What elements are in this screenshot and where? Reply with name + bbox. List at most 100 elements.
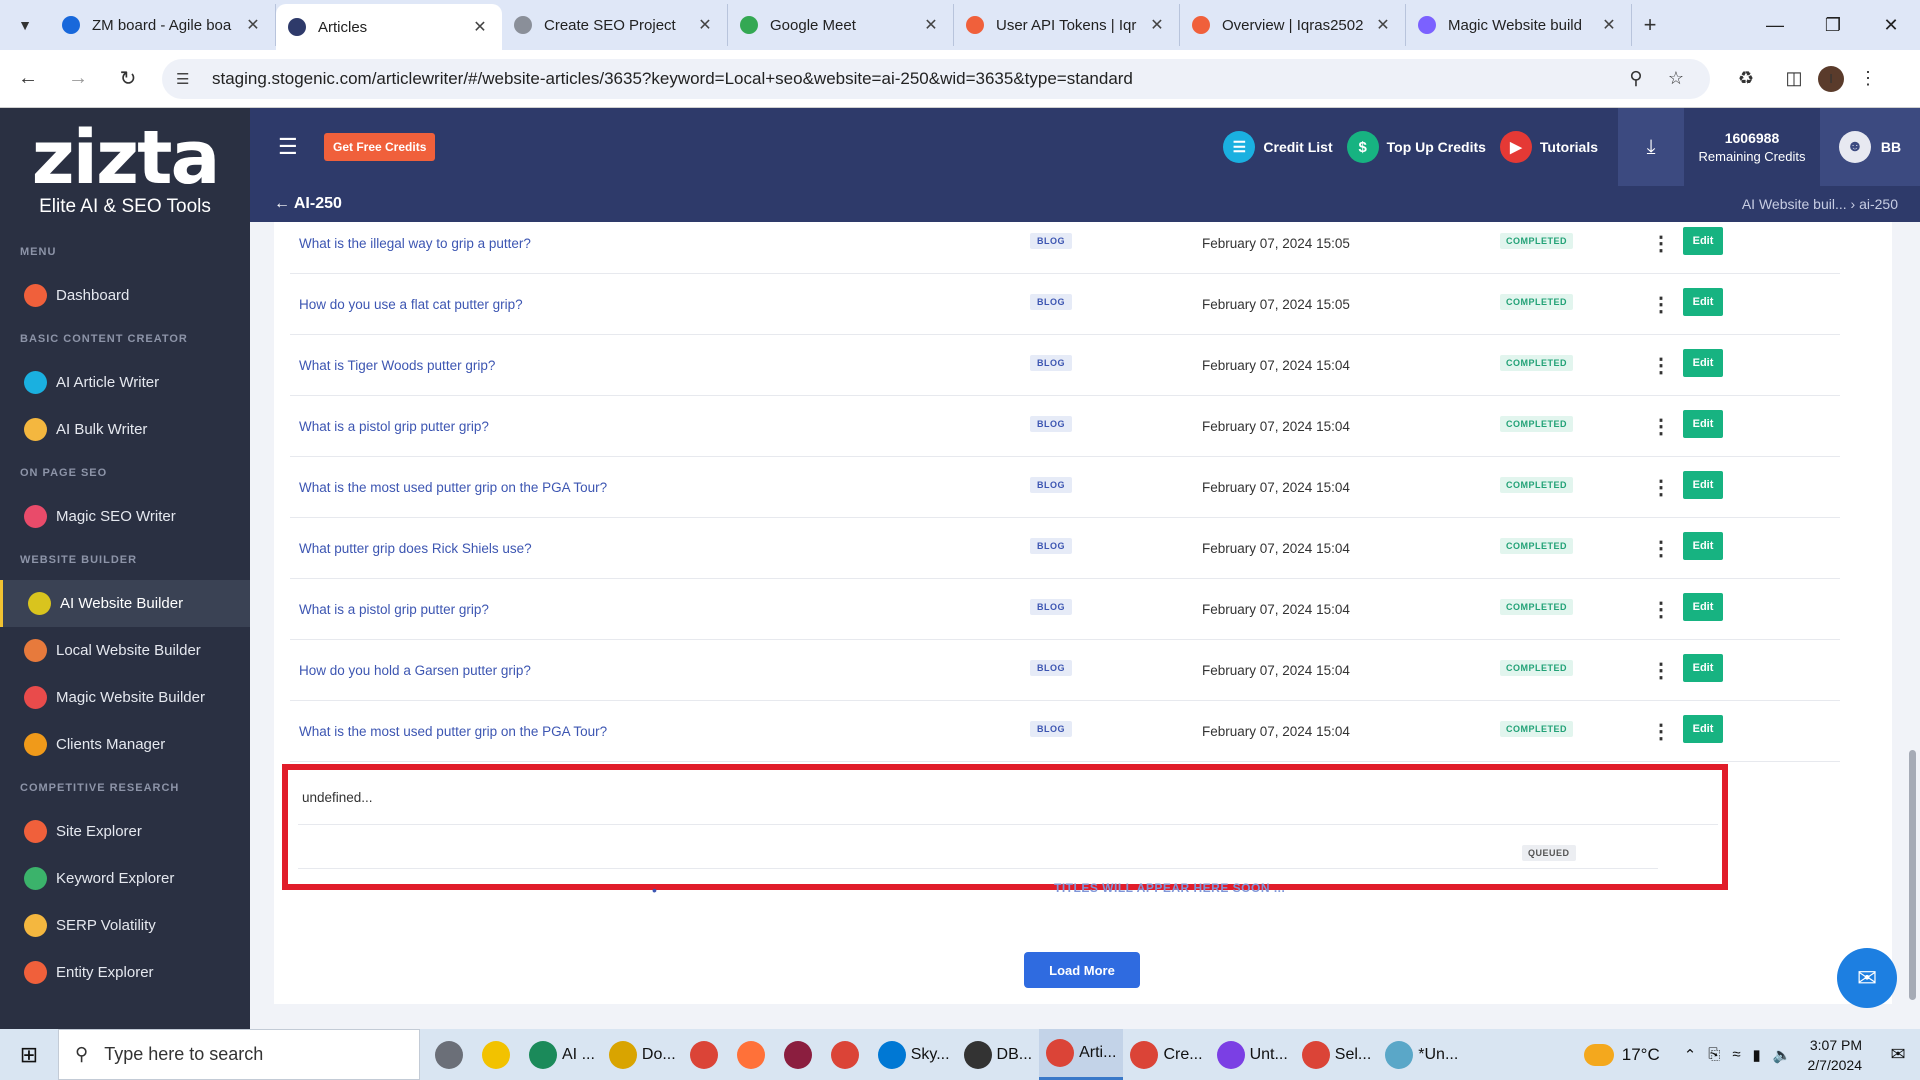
volume-icon[interactable]: 🔈 [1773, 1046, 1792, 1064]
sidebar-item[interactable]: Site Explorer [0, 808, 250, 855]
url-text[interactable]: staging.stogenic.com/articlewriter/#/web… [212, 69, 1616, 89]
get-free-credits-button[interactable]: Get Free Credits [324, 133, 436, 161]
url-omnibox[interactable]: ☰ staging.stogenic.com/articlewriter/#/w… [162, 58, 1710, 99]
tab-search-chevron-icon[interactable]: ▼ [0, 0, 50, 50]
edit-button[interactable]: Edit [1683, 410, 1723, 438]
browser-tab[interactable]: Google Meet ✕ [728, 4, 954, 46]
zoom-icon[interactable]: ⚲ [1616, 68, 1656, 89]
restore-icon[interactable]: ❐ [1804, 0, 1862, 50]
article-title-link[interactable]: What is the most used putter grip on the… [299, 701, 607, 762]
edit-button[interactable]: Edit [1683, 532, 1723, 560]
article-title-link[interactable]: How do you use a flat cat putter grip? [299, 274, 523, 335]
article-title-link[interactable]: What putter grip does Rick Shiels use? [299, 518, 532, 579]
article-title-link[interactable]: What is a pistol grip putter grip? [299, 396, 489, 457]
windows-start-icon[interactable]: ⊞ [0, 1029, 58, 1080]
sidebar-item[interactable]: AI Article Writer [0, 359, 250, 406]
tutorials-link[interactable]: ▶ Tutorials [1499, 131, 1598, 163]
close-tab-icon[interactable]: ✕ [1147, 15, 1167, 35]
hamburger-menu-icon[interactable]: ☰ [278, 134, 308, 160]
more-options-icon[interactable]: ⋮ [1651, 335, 1671, 396]
taskbar-app[interactable]: Do... [602, 1029, 683, 1080]
load-more-button[interactable]: Load More [1024, 952, 1140, 988]
sidebar-item[interactable]: Dashboard [0, 272, 250, 319]
taskbar-app[interactable]: Arti... [1039, 1029, 1124, 1080]
close-tab-icon[interactable]: ✕ [470, 17, 490, 37]
close-tab-icon[interactable]: ✕ [695, 15, 715, 35]
article-title-link[interactable]: What is Tiger Woods putter grip? [299, 335, 495, 396]
taskbar-search[interactable]: ⚲ Type here to search [58, 1029, 420, 1080]
taskbar-app[interactable]: Sky... [871, 1029, 957, 1080]
browser-menu-icon[interactable]: ⋮ [1844, 59, 1892, 99]
more-options-icon[interactable]: ⋮ [1651, 701, 1671, 762]
site-info-icon[interactable]: ☰ [176, 70, 198, 88]
close-tab-icon[interactable]: ✕ [1599, 15, 1619, 35]
close-tab-icon[interactable]: ✕ [921, 15, 941, 35]
bookmark-star-icon[interactable]: ☆ [1656, 68, 1696, 89]
browser-tab[interactable]: Overview | Iqras2502 ✕ [1180, 4, 1406, 46]
more-options-icon[interactable]: ⋮ [1651, 274, 1671, 335]
taskbar-app[interactable]: Unt... [1210, 1029, 1295, 1080]
taskbar-app[interactable] [824, 1029, 871, 1080]
sidebar-item[interactable]: Entity Explorer [0, 949, 250, 996]
chevron-up-icon[interactable]: ⌃ [1684, 1046, 1697, 1064]
back-link[interactable]: ← AI-250 [274, 195, 342, 213]
close-window-icon[interactable]: ✕ [1862, 0, 1920, 50]
browser-tab[interactable]: ZM board - Agile boa ✕ [50, 4, 276, 46]
more-options-icon[interactable]: ⋮ [1651, 579, 1671, 640]
browser-tab[interactable]: User API Tokens | Iqr ✕ [954, 4, 1180, 46]
sidebar-item[interactable]: Local Website Builder [0, 627, 250, 674]
more-options-icon[interactable]: ⋮ [1651, 518, 1671, 579]
more-options-icon[interactable]: ⋮ [1651, 457, 1671, 518]
extensions-icon[interactable]: ♻ [1722, 59, 1770, 99]
sidebar-item[interactable]: Clients Manager [0, 721, 250, 768]
taskbar-app[interactable] [428, 1029, 475, 1080]
download-icon[interactable]: ⤓ [1618, 108, 1684, 186]
browser-tab[interactable]: Create SEO Project ✕ [502, 4, 728, 46]
edit-button[interactable]: Edit [1683, 227, 1723, 255]
sidebar-item[interactable]: AI Bulk Writer [0, 406, 250, 453]
wifi-icon[interactable]: ≈ [1732, 1046, 1740, 1063]
scrollbar-thumb[interactable] [1909, 750, 1916, 1000]
close-tab-icon[interactable]: ✕ [243, 15, 263, 35]
battery-icon[interactable]: ▮ [1753, 1046, 1761, 1064]
edit-button[interactable]: Edit [1683, 593, 1723, 621]
more-options-icon[interactable]: ⋮ [1651, 396, 1671, 457]
article-title-link[interactable]: What is a pistol grip putter grip? [299, 579, 489, 640]
top-up-credits-link[interactable]: $ Top Up Credits [1346, 131, 1486, 163]
user-menu[interactable]: ☻ BB [1820, 108, 1920, 186]
edit-button[interactable]: Edit [1683, 715, 1723, 743]
edit-button[interactable]: Edit [1683, 349, 1723, 377]
sidebar-item[interactable]: Magic Website Builder [0, 674, 250, 721]
forward-arrow-icon[interactable]: → [56, 57, 100, 101]
article-title-link[interactable]: How do you hold a Garsen putter grip? [299, 640, 531, 701]
edit-button[interactable]: Edit [1683, 288, 1723, 316]
taskbar-app[interactable]: DB... [957, 1029, 1040, 1080]
new-tab-button[interactable]: + [1632, 4, 1668, 46]
taskbar-app[interactable] [777, 1029, 824, 1080]
taskbar-clock[interactable]: 3:07 PM 2/7/2024 [1808, 1035, 1863, 1075]
back-arrow-icon[interactable]: ← [6, 57, 50, 101]
more-options-icon[interactable]: ⋮ [1651, 222, 1671, 274]
zizta-logo[interactable]: zizta Elite AI & SEO Tools [0, 108, 250, 232]
close-tab-icon[interactable]: ✕ [1373, 15, 1393, 35]
breadcrumb[interactable]: AI Website buil... › ai-250 [1742, 196, 1898, 212]
reload-icon[interactable]: ↻ [106, 57, 150, 101]
browser-tab[interactable]: Magic Website build ✕ [1406, 4, 1632, 46]
edit-button[interactable]: Edit [1683, 654, 1723, 682]
taskbar-app[interactable] [475, 1029, 522, 1080]
credit-list-link[interactable]: ☰ Credit List [1223, 131, 1333, 163]
minimize-icon[interactable]: — [1746, 0, 1804, 50]
sidebar-item[interactable]: SERP Volatility [0, 902, 250, 949]
taskbar-app[interactable]: AI ... [522, 1029, 602, 1080]
more-options-icon[interactable]: ⋮ [1651, 640, 1671, 701]
queued-article-title[interactable]: undefined... [302, 790, 373, 805]
browser-tab[interactable]: Articles ✕ [276, 4, 502, 50]
article-title-link[interactable]: What is the most used putter grip on the… [299, 457, 607, 518]
device-icon[interactable]: ⎘ [1708, 1046, 1720, 1063]
article-title-link[interactable]: What is the illegal way to grip a putter… [299, 222, 531, 274]
taskbar-app[interactable] [730, 1029, 777, 1080]
chat-support-icon[interactable]: ✉ [1837, 948, 1897, 1008]
side-panel-icon[interactable]: ◫ [1770, 59, 1818, 99]
weather-widget[interactable]: 17°C [1583, 1043, 1660, 1066]
sidebar-item[interactable]: Magic SEO Writer [0, 493, 250, 540]
